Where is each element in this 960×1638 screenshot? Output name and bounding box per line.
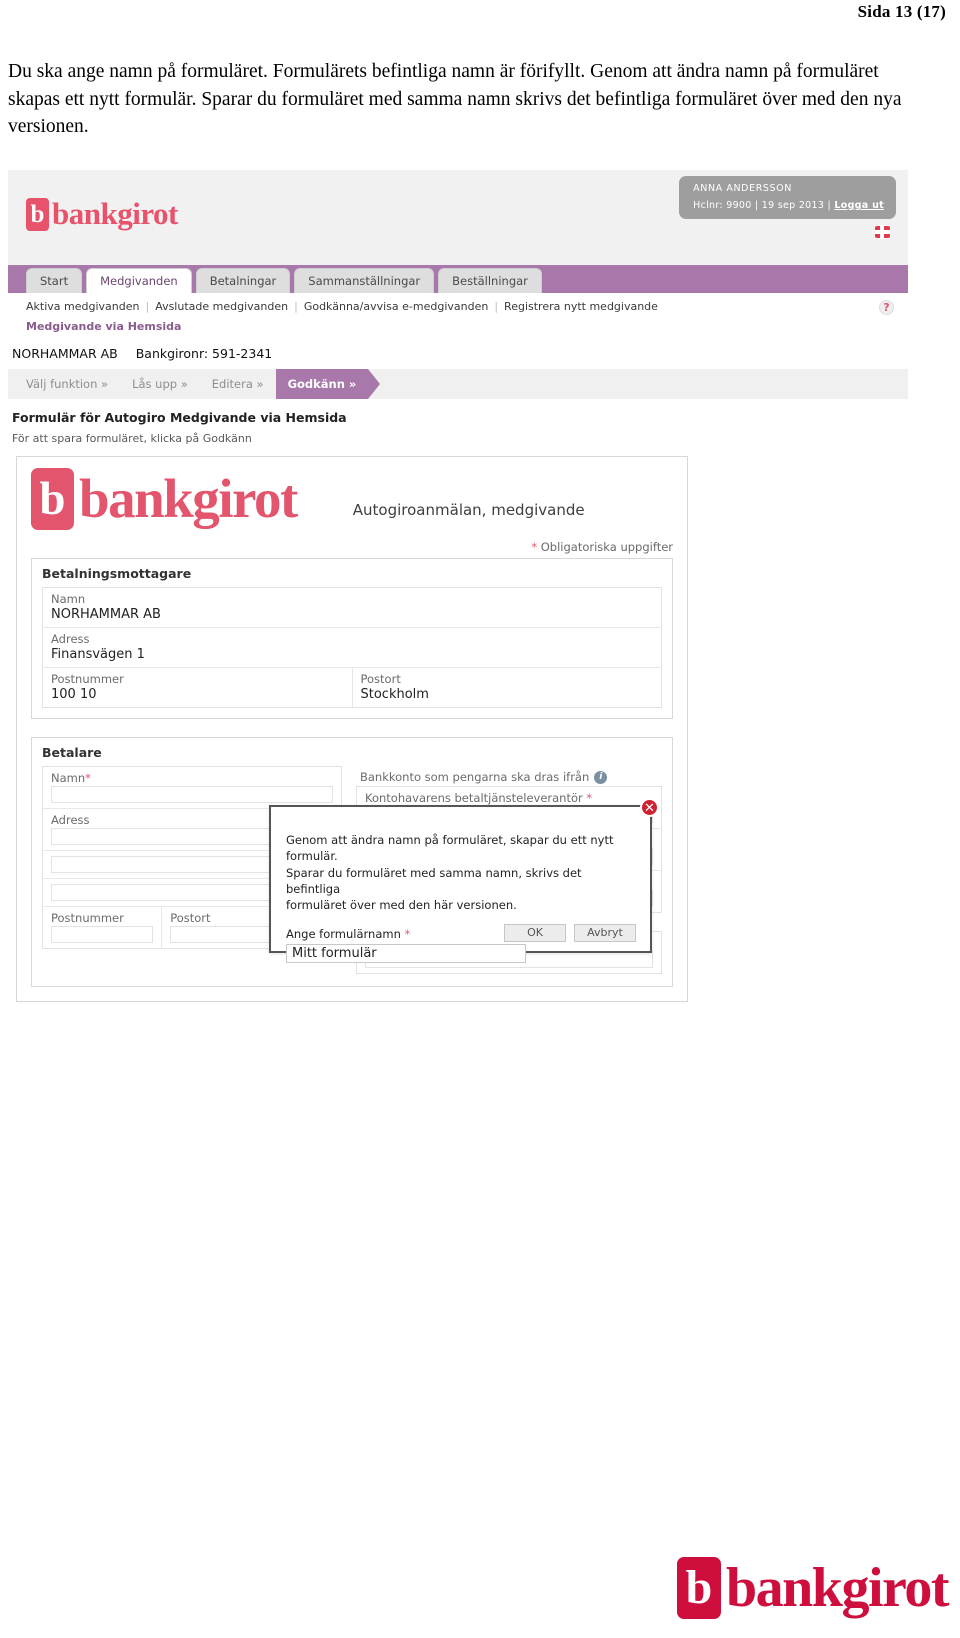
- payee-postort-label: Postort: [360, 672, 401, 686]
- user-name: ANNA ANDERSSON: [693, 183, 792, 194]
- payer-account-group-label: Bankkonto som pengarna ska dras ifrån: [360, 770, 590, 784]
- payer-namn-row: Namn*: [43, 767, 341, 809]
- subnav-avslutade-medgivanden[interactable]: Avslutade medgivanden: [155, 300, 288, 313]
- required-fields-note: * Obligatoriska uppgifter: [31, 540, 673, 554]
- form-title: Autogiroanmälan, medgivande: [352, 500, 585, 519]
- embedded-screenshot: b bankgirot ANNA ANDERSSON Hclnr: 9900 |…: [8, 170, 908, 1020]
- payee-adress-value: Finansvägen 1: [51, 647, 145, 662]
- tab-betalningar[interactable]: Betalningar: [195, 268, 291, 293]
- secondary-nav-links: Aktiva medgivanden | Avslutade medgivand…: [26, 300, 890, 313]
- payee-section: Betalningsmottagare Namn NORHAMMAR AB Ad…: [31, 558, 673, 719]
- tab-start[interactable]: Start: [26, 268, 83, 293]
- company-bankgiro: Bankgironr: 591-2341: [135, 346, 273, 361]
- payer-namn-required-star: *: [85, 771, 91, 785]
- subnav-aktiva-medgivanden[interactable]: Aktiva medgivanden: [26, 300, 139, 313]
- user-customer-number: Hclnr: 9900: [693, 200, 752, 211]
- payee-postnummer-value: 100 10: [51, 687, 97, 702]
- dialog-buttons: OK Avbryt: [504, 924, 636, 942]
- dialog-ok-button[interactable]: OK: [504, 924, 566, 942]
- payer-postnummer-label: Postnummer: [51, 911, 124, 925]
- dialog-message: Genom att ändra namn på formuläret, skap…: [271, 807, 650, 914]
- payee-postort-cell: Postort Stockholm: [353, 668, 662, 707]
- required-note-text: Obligatoriska uppgifter: [540, 540, 673, 554]
- dialog-message-line-3: formuläret över med den här versionen.: [286, 898, 517, 913]
- function-godkann[interactable]: Godkänn »: [275, 369, 369, 399]
- tab-bestallningar[interactable]: Beställningar: [438, 268, 542, 293]
- breadcrumb: Medgivande via Hemsida: [26, 320, 182, 333]
- subnav-sep-2: |: [294, 300, 298, 313]
- function-editera[interactable]: Editera »: [200, 369, 276, 399]
- form-header: b bankgirot Autogiroanmälan, medgivande: [31, 467, 673, 530]
- subnav-registrera-nytt[interactable]: Registrera nytt medgivande: [504, 300, 658, 313]
- payer-namn-input[interactable]: [51, 786, 333, 803]
- close-icon[interactable]: ✕: [640, 798, 659, 817]
- form-logo-wordmark: bankgirot: [79, 468, 298, 529]
- function-valj-funktion[interactable]: Välj funktion »: [14, 369, 120, 399]
- payee-adress-label: Adress: [51, 632, 90, 646]
- page-number: Sida 13 (17): [857, 2, 946, 21]
- subnav-sep-3: |: [494, 300, 499, 313]
- payee-adress-row: Adress Finansvägen 1: [43, 628, 661, 668]
- session-date: 19 sep 2013: [761, 200, 825, 211]
- user-meta-sep-1: |: [754, 200, 759, 211]
- swedish-flag-icon[interactable]: [875, 225, 890, 239]
- dialog-cancel-button[interactable]: Avbryt: [574, 924, 636, 942]
- payer-postnummer-input[interactable]: [51, 926, 154, 943]
- company-name: NORHAMMAR AB: [12, 346, 118, 361]
- dialog-input-required-star: *: [404, 926, 411, 941]
- payer-postnummer-cell: Postnummer: [43, 907, 163, 948]
- bankgirot-logo-mark: b: [26, 197, 49, 231]
- dialog-message-line-1: Genom att ändra namn på formuläret, skap…: [286, 833, 614, 864]
- tab-sammanstallningar[interactable]: Sammanställningar: [294, 268, 435, 293]
- function-las-upp[interactable]: Lås upp »: [120, 369, 200, 399]
- payee-section-title: Betalningsmottagare: [42, 566, 192, 581]
- primary-nav: Start Medgivanden Betalningar Sammanstäl…: [8, 265, 908, 293]
- payee-namn-row: Namn NORHAMMAR AB: [43, 588, 661, 628]
- page-title: Formulär för Autogiro Medgivande via Hem…: [12, 410, 347, 425]
- form-name-input[interactable]: Mitt formulär: [286, 943, 526, 963]
- payee-postnummer-label: Postnummer: [51, 672, 124, 686]
- info-icon[interactable]: i: [594, 770, 608, 784]
- payee-namn-label: Namn: [51, 592, 86, 606]
- autogiro-form-panel: b bankgirot Autogiroanmälan, medgivande …: [16, 456, 688, 1002]
- form-logo-mark: b: [31, 467, 74, 530]
- payee-postort-value: Stockholm: [360, 687, 429, 702]
- user-meta: Hclnr: 9900 | 19 sep 2013 | Logga ut: [693, 200, 884, 211]
- subnav-godkanna-avvisa[interactable]: Godkänna/avvisa e-medgivanden: [304, 300, 489, 313]
- subnav-sep-1: |: [145, 300, 150, 313]
- page-instruction: För att spara formuläret, klicka på Godk…: [12, 432, 252, 445]
- payee-fields: Namn NORHAMMAR AB Adress Finansvägen 1 P…: [42, 587, 662, 708]
- tab-medgivanden[interactable]: Medgivanden: [86, 268, 192, 293]
- app-header: b bankgirot ANNA ANDERSSON Hclnr: 9900 |…: [8, 170, 908, 265]
- dialog-input-label-text: Ange formulärnamn: [286, 926, 401, 941]
- rename-form-dialog: ✕ Genom att ändra namn på formuläret, sk…: [269, 798, 659, 963]
- function-arrow-icon: [368, 369, 381, 399]
- secondary-nav: Aktiva medgivanden | Avslutade medgivand…: [8, 293, 908, 337]
- footer-bankgirot-logo: b bankgirot: [677, 1556, 949, 1620]
- bankgirot-logo-wordmark: bankgirot: [52, 196, 178, 231]
- payee-namn-value: NORHAMMAR AB: [51, 607, 161, 622]
- intro-paragraph: Du ska ange namn på formuläret. Formulär…: [8, 61, 902, 138]
- payee-postal-row: Postnummer 100 10 Postort Stockholm: [43, 668, 661, 707]
- user-meta-sep-2: |: [827, 200, 832, 211]
- help-icon[interactable]: ?: [879, 300, 894, 315]
- form-bankgirot-logo: b bankgirot: [31, 467, 298, 530]
- function-bar: Välj funktion » Lås upp » Editera » Godk…: [8, 369, 908, 399]
- payer-namn-label: Namn*: [51, 771, 91, 785]
- dialog-message-line-2: Sparar du formuläret med samma namn, skr…: [286, 865, 582, 896]
- footer-logo-wordmark: bankgirot: [726, 1557, 949, 1619]
- required-note-star: *: [531, 540, 538, 554]
- payer-provider-label: Kontohavarens betaltjänsteleverantör *: [365, 791, 593, 805]
- logout-link[interactable]: Logga ut: [834, 200, 884, 211]
- company-line: NORHAMMAR AB Bankgironr: 591-2341: [8, 337, 908, 369]
- bankgirot-logo: b bankgirot: [26, 196, 178, 232]
- user-info-box: ANNA ANDERSSON Hclnr: 9900 | 19 sep 2013…: [679, 176, 896, 219]
- payee-postnummer-cell: Postnummer 100 10: [43, 668, 353, 707]
- footer-logo-mark: b: [677, 1557, 722, 1619]
- payer-account-group-label-row: Bankkonto som pengarna ska dras ifrån i: [356, 766, 662, 786]
- payer-section-title: Betalare: [42, 745, 102, 760]
